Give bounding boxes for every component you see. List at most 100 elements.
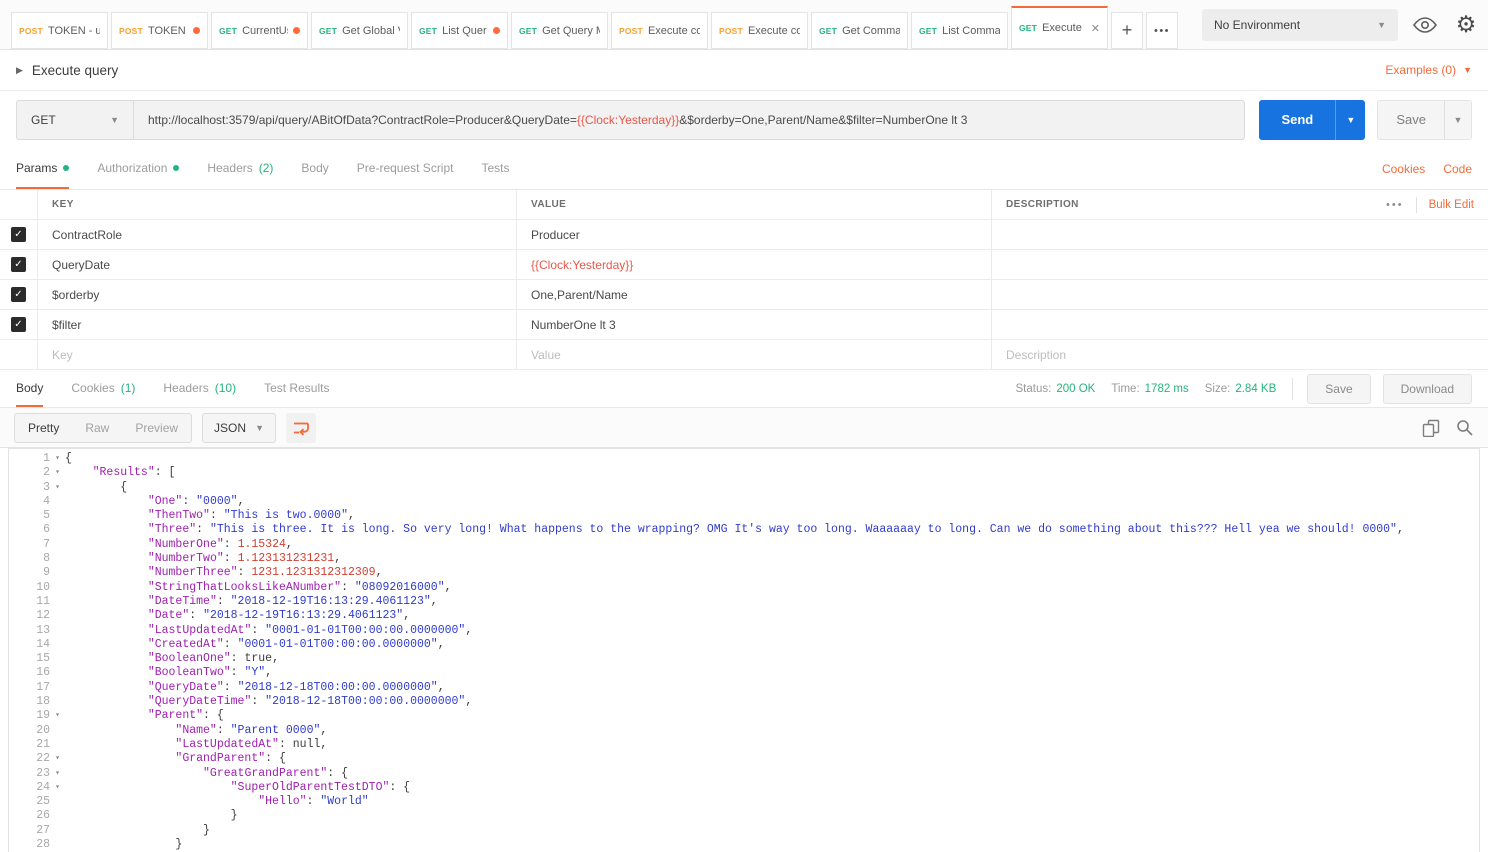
environment-quick-look-button[interactable]	[1411, 11, 1439, 39]
code-link[interactable]: Code	[1443, 162, 1472, 176]
param-row: ✓ ContractRoleProducer	[0, 220, 1488, 250]
token-pu: :	[251, 624, 265, 637]
response-tab-cookies[interactable]: Cookies(1)	[71, 370, 135, 407]
fold-toggle-icon[interactable]: ▾	[50, 452, 65, 466]
url-input[interactable]: http://localhost:3579/api/query/ABitOfDa…	[134, 100, 1245, 140]
code-line: 22▾ "GrandParent": {	[9, 752, 1479, 766]
param-value-cell[interactable]: Producer	[517, 220, 992, 249]
param-value-cell[interactable]: {{Clock:Yesterday}}	[517, 250, 992, 279]
fold-toggle-icon[interactable]: ▾	[50, 466, 65, 480]
fold-toggle-icon[interactable]: ▾	[50, 481, 65, 495]
gutter: 15	[9, 652, 65, 666]
token-pu	[65, 652, 148, 665]
gutter: 17	[9, 681, 65, 695]
response-body-viewer[interactable]: 1▾{2▾ "Results": [3▾ {4 "One": "0000",5 …	[8, 448, 1480, 852]
fold-spacer	[50, 809, 65, 823]
save-response-button[interactable]: Save	[1307, 374, 1370, 404]
param-checkbox[interactable]: ✓	[11, 257, 26, 272]
search-icon[interactable]	[1456, 419, 1474, 437]
copy-icon[interactable]	[1422, 419, 1440, 437]
view-mode-group: PrettyRawPreview	[14, 413, 192, 443]
line-number: 13	[16, 624, 50, 638]
token-pu: ,	[465, 624, 472, 637]
param-key-cell[interactable]: ContractRole	[38, 220, 517, 249]
param-key-cell[interactable]: $orderby	[38, 280, 517, 309]
wrap-lines-button[interactable]	[286, 413, 316, 443]
params-more-icon[interactable]: •••	[1386, 199, 1404, 211]
request-tab[interactable]: POSTTOKEN	[111, 12, 208, 49]
request-tab[interactable]: GETList Comma	[911, 12, 1008, 49]
fold-toggle-icon[interactable]: ▾	[50, 781, 65, 795]
request-tab[interactable]: GETList Quer	[411, 12, 508, 49]
gutter: 6	[9, 523, 65, 537]
request-tab[interactable]: GETGet Comma	[811, 12, 908, 49]
request-tab[interactable]: GETExecute✕	[1011, 6, 1108, 49]
view-preview-button[interactable]: Preview	[122, 414, 191, 442]
tab-tests[interactable]: Tests	[481, 148, 509, 189]
param-description-cell[interactable]	[992, 280, 1488, 309]
tab-pre-request-script[interactable]: Pre-request Script	[357, 148, 454, 189]
settings-button[interactable]: ⚙	[1452, 11, 1480, 39]
new-tab-button[interactable]: +	[1111, 12, 1143, 49]
param-key-cell[interactable]: $filter	[38, 310, 517, 339]
view-pretty-button[interactable]: Pretty	[15, 414, 72, 442]
description-input[interactable]: Description	[992, 340, 1488, 369]
code-text: "StringThatLooksLikeANumber": "080920160…	[65, 581, 1479, 595]
request-tab[interactable]: GETGet Global V	[311, 12, 408, 49]
token-n: 1.15324	[238, 538, 286, 551]
param-description-cell[interactable]	[992, 310, 1488, 339]
fold-toggle-icon[interactable]: ▾	[50, 752, 65, 766]
request-tab[interactable]: POSTExecute co	[711, 12, 808, 49]
disclosure-triangle-icon[interactable]: ▶	[16, 65, 23, 76]
fold-spacer	[50, 638, 65, 652]
response-tab-body[interactable]: Body	[16, 370, 43, 407]
param-value-cell[interactable]: One,Parent/Name	[517, 280, 992, 309]
chevron-down-icon: ▼	[1346, 115, 1355, 125]
param-description-cell[interactable]	[992, 220, 1488, 249]
method-badge: POST	[119, 26, 143, 36]
fold-toggle-icon[interactable]: ▾	[50, 709, 65, 723]
close-tab-icon[interactable]: ✕	[1091, 22, 1100, 35]
send-options-button[interactable]: ▼	[1335, 100, 1365, 140]
tab-params[interactable]: Params	[16, 148, 69, 189]
tab-body[interactable]: Body	[301, 148, 328, 189]
gutter: 11	[9, 595, 65, 609]
param-checkbox[interactable]: ✓	[11, 227, 26, 242]
view-raw-button[interactable]: Raw	[72, 414, 122, 442]
method-selector[interactable]: GET ▼	[16, 100, 134, 140]
save-options-button[interactable]: ▼	[1444, 100, 1472, 140]
token-pu: : {	[265, 752, 286, 765]
fold-toggle-icon[interactable]: ▾	[50, 767, 65, 781]
tab-label: Pre-request Script	[357, 161, 454, 175]
token-s: "0001-01-01T00:00:00.0000000"	[265, 624, 465, 637]
request-tab[interactable]: POSTTOKEN - us	[11, 12, 108, 49]
param-key-cell[interactable]: QueryDate	[38, 250, 517, 279]
request-tab[interactable]: GETGet Query M	[511, 12, 608, 49]
token-a: true	[244, 652, 272, 665]
param-description-cell[interactable]	[992, 250, 1488, 279]
send-button[interactable]: Send	[1259, 100, 1335, 140]
key-input[interactable]: Key	[38, 340, 517, 369]
fold-spacer	[50, 538, 65, 552]
code-line: 24▾ "SuperOldParentTestDTO": {	[9, 781, 1479, 795]
value-input[interactable]: Value	[517, 340, 992, 369]
response-tab-headers[interactable]: Headers(10)	[163, 370, 236, 407]
request-tab[interactable]: POSTExecute co	[611, 12, 708, 49]
param-checkbox[interactable]: ✓	[11, 287, 26, 302]
save-request-button[interactable]: Save	[1377, 100, 1445, 140]
time-stat: Time: 1782 ms	[1111, 383, 1188, 395]
environment-selector[interactable]: No Environment ▼	[1202, 9, 1398, 41]
param-checkbox[interactable]: ✓	[11, 317, 26, 332]
bulk-edit-link[interactable]: Bulk Edit	[1429, 199, 1474, 211]
tab-authorization[interactable]: Authorization	[97, 148, 179, 189]
response-tab-test-results[interactable]: Test Results	[264, 370, 329, 407]
examples-dropdown[interactable]: Examples (0) ▼	[1385, 63, 1472, 77]
tab-headers[interactable]: Headers(2)	[207, 148, 273, 189]
format-selector[interactable]: JSON ▼	[202, 413, 276, 443]
param-value-cell[interactable]: NumberOne lt 3	[517, 310, 992, 339]
more-tabs-button[interactable]: •••	[1146, 12, 1178, 49]
download-response-button[interactable]: Download	[1383, 374, 1472, 404]
gutter: 28	[9, 838, 65, 852]
request-tab[interactable]: GETCurrentUser	[211, 12, 308, 49]
cookies-link[interactable]: Cookies	[1382, 162, 1425, 176]
